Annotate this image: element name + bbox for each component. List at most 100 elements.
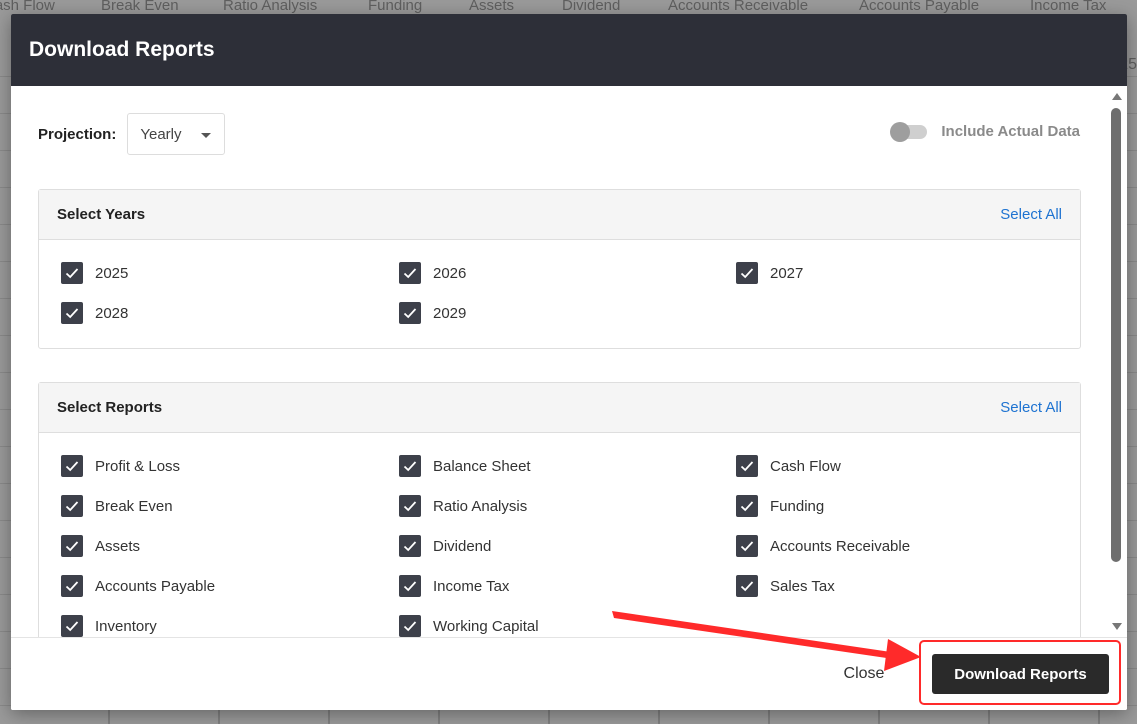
check-icon bbox=[65, 268, 79, 279]
checkbox[interactable] bbox=[61, 455, 83, 477]
modal-footer: Close Download Reports bbox=[11, 637, 1127, 710]
checkbox-item[interactable]: Accounts Payable bbox=[61, 575, 215, 597]
checkbox-label: Cash Flow bbox=[770, 457, 841, 475]
checkbox-label: Sales Tax bbox=[770, 577, 835, 595]
check-icon bbox=[740, 461, 754, 472]
scroll-up-icon[interactable] bbox=[1112, 93, 1122, 100]
checkbox[interactable] bbox=[399, 495, 421, 517]
checkbox-item[interactable]: Profit & Loss bbox=[61, 455, 180, 477]
select-years-card: Select Years Select All 2025 2026 2027 2028… bbox=[38, 189, 1081, 349]
checkbox-item[interactable]: 2027 bbox=[736, 262, 803, 284]
projection-value: Yearly bbox=[140, 125, 182, 143]
checkbox-label: 2026 bbox=[433, 264, 467, 282]
check-icon bbox=[65, 541, 79, 552]
checkbox-item[interactable]: 2028 bbox=[61, 302, 128, 324]
check-icon bbox=[403, 461, 417, 472]
checkbox-label: 2027 bbox=[770, 264, 804, 282]
checkbox-label: Income Tax bbox=[433, 577, 510, 595]
include-actual-data-toggle[interactable] bbox=[890, 121, 928, 142]
checkbox-item[interactable]: Accounts Receivable bbox=[736, 535, 910, 557]
check-icon bbox=[403, 308, 417, 319]
checkbox-label: Inventory bbox=[95, 617, 157, 635]
select-reports-header: Select Reports Select All bbox=[39, 383, 1080, 433]
projection-select[interactable]: Yearly bbox=[127, 113, 226, 155]
checkbox-item[interactable]: Income Tax bbox=[399, 575, 509, 597]
projection-label: Projection: bbox=[38, 125, 117, 143]
close-button[interactable]: Close bbox=[829, 659, 899, 689]
checkbox[interactable] bbox=[399, 615, 421, 637]
checkbox-label: 2028 bbox=[95, 304, 129, 322]
checkbox-label: Accounts Payable bbox=[95, 577, 216, 595]
checkbox[interactable] bbox=[399, 575, 421, 597]
select-years-header: Select Years Select All bbox=[39, 190, 1080, 240]
check-icon bbox=[65, 461, 79, 472]
select-all-years-link[interactable]: Select All bbox=[1000, 206, 1062, 223]
checkbox-item[interactable]: Ratio Analysis bbox=[399, 495, 527, 517]
checkbox-item[interactable]: Dividend bbox=[399, 535, 491, 557]
checkbox-label: Accounts Receivable bbox=[770, 537, 911, 555]
check-icon bbox=[740, 581, 754, 592]
checkbox[interactable] bbox=[736, 575, 758, 597]
checkbox[interactable] bbox=[399, 262, 421, 284]
checkbox[interactable] bbox=[736, 535, 758, 557]
checkbox[interactable] bbox=[399, 455, 421, 477]
check-icon bbox=[740, 268, 754, 279]
checkbox[interactable] bbox=[61, 495, 83, 517]
check-icon bbox=[403, 581, 417, 592]
checkbox[interactable] bbox=[399, 535, 421, 557]
checkbox-item[interactable]: Inventory bbox=[61, 615, 157, 637]
modal-title: Download Reports bbox=[29, 38, 215, 61]
checkbox[interactable] bbox=[399, 302, 421, 324]
checkbox-label: Dividend bbox=[433, 537, 492, 555]
check-icon bbox=[740, 541, 754, 552]
caret-down-icon bbox=[201, 133, 212, 138]
modal-header: Download Reports bbox=[11, 14, 1127, 86]
checkbox[interactable] bbox=[736, 495, 758, 517]
checkbox-label: Ratio Analysis bbox=[433, 497, 528, 515]
checkbox-label: Balance Sheet bbox=[433, 457, 531, 475]
checkbox[interactable] bbox=[736, 455, 758, 477]
download-reports-button[interactable]: Download Reports bbox=[932, 654, 1109, 694]
checkbox-item[interactable]: Working Capital bbox=[399, 615, 539, 637]
check-icon bbox=[740, 501, 754, 512]
checkbox-item[interactable]: Balance Sheet bbox=[399, 455, 531, 477]
checkbox-label: Break Even bbox=[95, 497, 173, 515]
check-icon bbox=[65, 308, 79, 319]
check-icon bbox=[403, 621, 417, 632]
checkbox-item[interactable]: 2026 bbox=[399, 262, 466, 284]
checkbox-item[interactable]: Funding bbox=[736, 495, 824, 517]
checkbox-label: Assets bbox=[95, 537, 141, 555]
checkbox[interactable] bbox=[61, 535, 83, 557]
scroll-down-icon[interactable] bbox=[1112, 623, 1122, 630]
checkbox-item[interactable]: Assets bbox=[61, 535, 140, 557]
checkbox-item[interactable]: Break Even bbox=[61, 495, 173, 517]
checkbox[interactable] bbox=[61, 575, 83, 597]
include-actual-data-row: Include Actual Data bbox=[890, 121, 1080, 142]
checkbox[interactable] bbox=[736, 262, 758, 284]
checkbox[interactable] bbox=[61, 302, 83, 324]
scrollbar-thumb[interactable] bbox=[1111, 108, 1121, 562]
checkbox-label: Profit & Loss bbox=[95, 457, 181, 475]
check-icon bbox=[403, 541, 417, 552]
checkbox[interactable] bbox=[61, 615, 83, 637]
modal-scrollbar[interactable] bbox=[1107, 86, 1127, 637]
download-reports-modal: Download Reports Projection: Yearly Incl… bbox=[11, 14, 1127, 710]
check-icon bbox=[403, 268, 417, 279]
checkbox-item[interactable]: Cash Flow bbox=[736, 455, 841, 477]
select-reports-card: Select Reports Select All Profit & Loss B… bbox=[38, 382, 1081, 637]
toggle-knob bbox=[890, 121, 911, 142]
select-all-reports-link[interactable]: Select All bbox=[1000, 399, 1062, 416]
select-years-title: Select Years bbox=[57, 206, 146, 223]
modal-scroll-area: Projection: Yearly Include Actual Data S… bbox=[11, 86, 1107, 637]
modal-body: Projection: Yearly Include Actual Data S… bbox=[11, 86, 1127, 637]
checkbox-item[interactable]: Sales Tax bbox=[736, 575, 835, 597]
checkbox-label: 2025 bbox=[95, 264, 129, 282]
checkbox-item[interactable]: 2025 bbox=[61, 262, 128, 284]
select-reports-title: Select Reports bbox=[57, 399, 163, 416]
check-icon bbox=[65, 501, 79, 512]
checkbox[interactable] bbox=[61, 262, 83, 284]
check-icon bbox=[403, 501, 417, 512]
check-icon bbox=[65, 581, 79, 592]
check-icon bbox=[65, 621, 79, 632]
checkbox-item[interactable]: 2029 bbox=[399, 302, 466, 324]
